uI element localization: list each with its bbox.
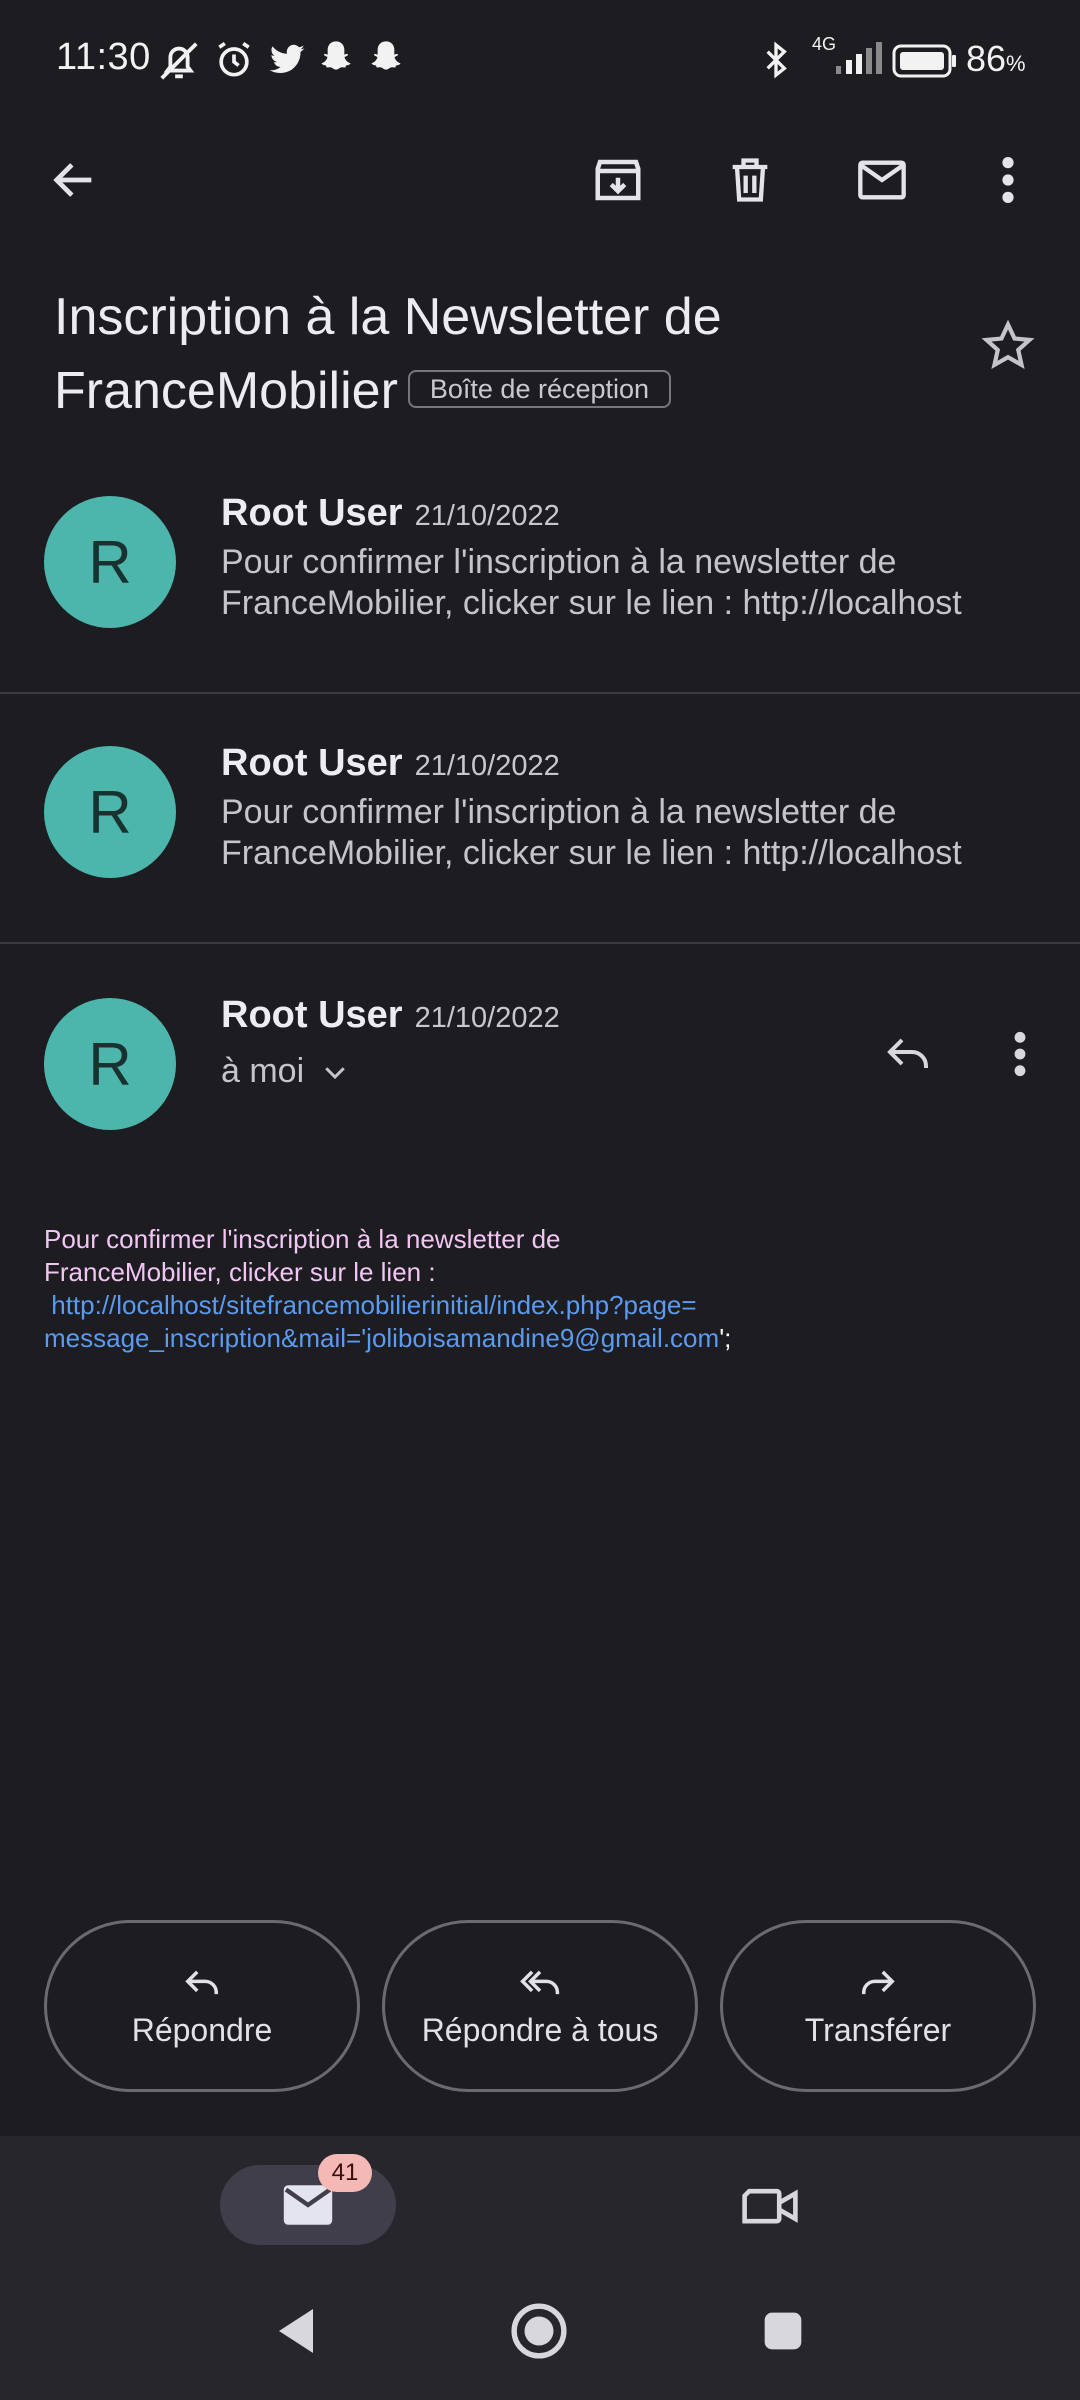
twitter-icon (266, 38, 308, 80)
reply-all-icon (515, 1964, 565, 2002)
battery-percent: 86% (966, 38, 1026, 80)
inbox-label-chip[interactable]: Boîte de réception (407, 370, 672, 409)
battery-value: 86 (966, 38, 1007, 79)
recipient-toggle[interactable]: à moi (221, 1052, 350, 1091)
bluetooth-icon (756, 38, 796, 82)
back-button[interactable] (34, 140, 114, 220)
collapsed-message-2[interactable]: R Root User 21/10/2022 Pour confirmer l'i… (0, 720, 1080, 940)
reply-button[interactable]: Répondre (44, 1920, 360, 2092)
system-back-button[interactable] (262, 2296, 332, 2366)
divider (0, 692, 1080, 694)
triangle-back-icon (273, 2305, 321, 2357)
link-suffix: '; (719, 1323, 732, 1353)
network-type: 4G (812, 34, 837, 54)
status-bar: 11:30 4G 86% (0, 0, 1080, 120)
avatar[interactable]: R (44, 746, 176, 878)
reply-label: Répondre (131, 2011, 273, 2048)
forward-button[interactable]: Transférer (720, 1920, 1036, 2092)
mark-unread-icon (853, 154, 911, 206)
forward-icon (856, 1964, 900, 2002)
link-row-1: http://localhost/sitefrancemobilieriniti… (44, 1289, 1044, 1322)
reply-quick-button[interactable] (868, 1014, 948, 1094)
sender-name: Root User (221, 742, 403, 784)
snapchat-icon (316, 38, 356, 78)
sender-row: Root User 21/10/2022 (221, 742, 560, 785)
home-circle-icon (510, 2302, 568, 2360)
delete-icon (724, 154, 776, 206)
message-date: 21/10/2022 (414, 500, 560, 532)
open-message-sender-row: Root User 21/10/2022 (221, 994, 560, 1037)
sender-name: Root User (221, 492, 403, 534)
battery-icon (892, 44, 958, 78)
message-body: Pour confirmer l'inscription à la newsle… (44, 1223, 1044, 1355)
sender-name: Root User (221, 994, 403, 1036)
body-line-2: FranceMobilier, clicker sur le lien : (44, 1257, 436, 1287)
star-icon (980, 318, 1036, 374)
chevron-down-icon (320, 1057, 350, 1087)
mark-unread-button[interactable] (842, 140, 922, 220)
confirmation-link[interactable]: http://localhost/sitefrancemobilieriniti… (51, 1290, 696, 1320)
subject-line-2-row: FranceMobilier Boîte de réception (54, 354, 954, 428)
reply-icon (881, 1030, 935, 1078)
status-time: 11:30 (56, 36, 151, 78)
open-message-avatar[interactable]: R (44, 998, 176, 1130)
archive-button[interactable] (578, 140, 658, 220)
divider (0, 942, 1080, 944)
snippet-line-1: Pour confirmer l'inscription à la newsle… (221, 793, 897, 831)
video-camera-icon (740, 2181, 800, 2229)
bell-muted-icon (156, 38, 202, 84)
system-home-button[interactable] (504, 2296, 574, 2366)
archive-icon (591, 153, 645, 207)
alarm-icon (212, 38, 256, 82)
snapchat-icon (366, 38, 406, 78)
delete-button[interactable] (710, 140, 790, 220)
message-more-button[interactable] (1000, 1014, 1040, 1094)
avatar[interactable]: R (44, 496, 176, 628)
battery-unit: % (1006, 51, 1026, 76)
star-button[interactable] (980, 318, 1036, 374)
system-recents-button[interactable] (748, 2296, 818, 2366)
more-vert-icon (998, 154, 1018, 206)
subject-line-2: FranceMobilier (54, 362, 398, 420)
more-options-button[interactable] (968, 140, 1048, 220)
signal-icon: 4G (810, 34, 886, 80)
forward-label: Transférer (804, 2011, 952, 2048)
snippet-line-1: Pour confirmer l'inscription à la newsle… (221, 543, 897, 581)
message-date: 21/10/2022 (414, 750, 560, 782)
message-snippet: Pour confirmer l'inscription à la newsle… (221, 542, 1041, 624)
unread-count-badge: 41 (318, 2154, 372, 2192)
sender-row: Root User 21/10/2022 (221, 492, 560, 535)
nav-meet-tab[interactable] (730, 2165, 810, 2245)
square-recents-icon (761, 2309, 805, 2353)
collapsed-message-1[interactable]: R Root User 21/10/2022 Pour confirmer l'i… (0, 470, 1080, 690)
snippet-line-2: FranceMobilier, clicker sur le lien : ht… (221, 584, 962, 622)
message-snippet: Pour confirmer l'inscription à la newsle… (221, 792, 1041, 874)
email-subject: Inscription à la Newsletter de FranceMob… (54, 280, 954, 428)
recipient-label: à moi (221, 1052, 305, 1090)
reply-icon (180, 1964, 224, 2002)
more-vert-icon (1011, 1029, 1029, 1079)
body-line-1: Pour confirmer l'inscription à la newsle… (44, 1224, 561, 1254)
confirmation-link-cont[interactable]: message_inscription&mail='joliboisamandi… (44, 1323, 719, 1353)
reply-all-label: Répondre à tous (421, 2011, 659, 2048)
message-date: 21/10/2022 (414, 1002, 560, 1034)
subject-line-1: Inscription à la Newsletter de (54, 288, 722, 346)
back-arrow-icon (48, 154, 100, 206)
snippet-line-2: FranceMobilier, clicker sur le lien : ht… (221, 834, 962, 872)
reply-all-button[interactable]: Répondre à tous (382, 1920, 698, 2092)
link-row-2: message_inscription&mail='joliboisamandi… (44, 1322, 1044, 1355)
